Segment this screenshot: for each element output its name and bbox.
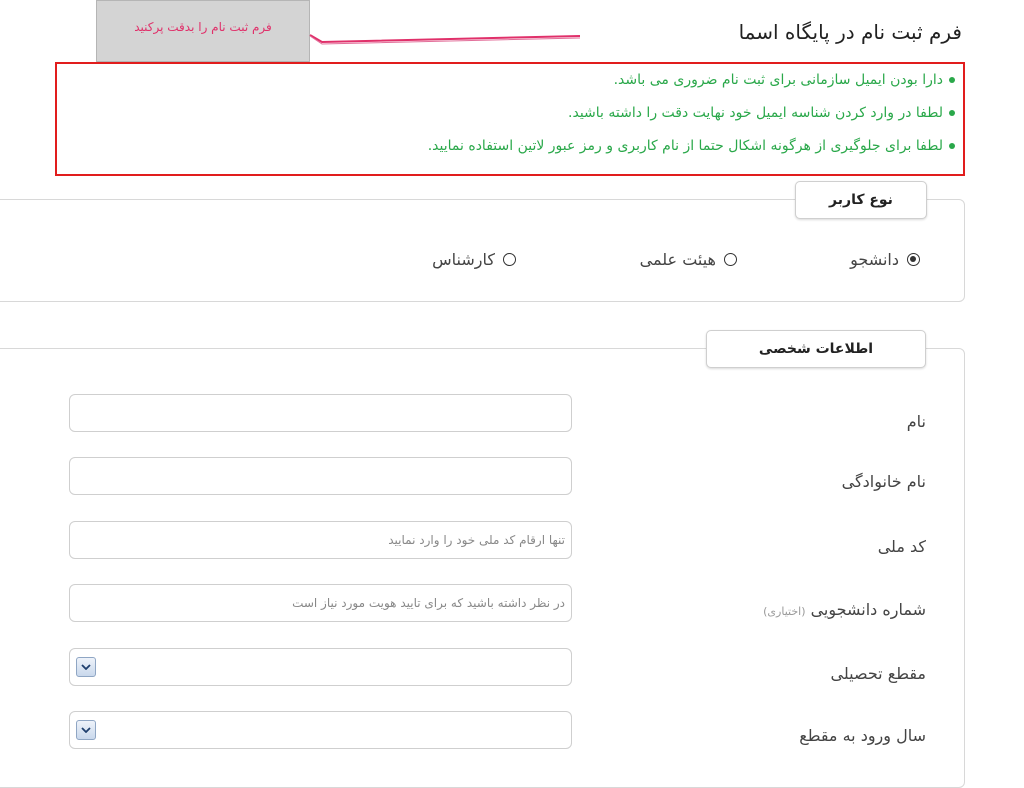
- bullet-dot-icon: [949, 77, 955, 83]
- page-title: فرم ثبت نام در پایگاه اسما: [738, 20, 962, 44]
- entry-year-label: سال ورود به مقطع: [799, 726, 926, 745]
- callout-text: فرم ثبت نام را بدقت پرکنید: [134, 20, 272, 34]
- chevron-down-icon[interactable]: [76, 720, 96, 740]
- notice-item: لطفا در وارد کردن شناسه ایمیل خود نهایت …: [568, 105, 955, 121]
- first-name-input[interactable]: [69, 394, 572, 432]
- chevron-down-icon[interactable]: [76, 657, 96, 677]
- student-number-label-text: شماره دانشجویی: [810, 600, 926, 619]
- student-number-label: شماره دانشجویی (اختیاری): [763, 600, 926, 619]
- bullet-dot-icon: [949, 110, 955, 116]
- first-name-label: نام: [906, 412, 926, 431]
- entry-year-select[interactable]: [69, 711, 572, 749]
- radio-student-label: دانشجو: [850, 250, 899, 269]
- notice-box: دارا بودن ایمیل سازمانی برای ثبت نام ضرو…: [55, 62, 965, 176]
- last-name-input[interactable]: [69, 457, 572, 495]
- radio-expert[interactable]: کارشناس: [432, 250, 516, 269]
- degree-select[interactable]: [69, 648, 572, 686]
- degree-label: مقطع تحصیلی: [830, 664, 926, 683]
- user-type-legend: نوع کاربر: [795, 181, 927, 219]
- last-name-label: نام خانوادگی: [841, 472, 926, 491]
- radio-student[interactable]: دانشجو: [850, 250, 920, 269]
- personal-info-legend: اطلاعات شخصی: [706, 330, 926, 368]
- bullet-dot-icon: [949, 143, 955, 149]
- radio-faculty-label: هیئت علمی: [639, 250, 716, 269]
- radio-faculty[interactable]: هیئت علمی: [640, 250, 737, 269]
- student-number-input[interactable]: [69, 584, 572, 622]
- optional-note: (اختیاری): [763, 605, 806, 618]
- radio-unselected-icon[interactable]: [724, 253, 737, 266]
- notice-item: لطفا برای جلوگیری از هرگونه اشکال حتما ا…: [428, 138, 955, 154]
- notice-item: دارا بودن ایمیل سازمانی برای ثبت نام ضرو…: [614, 72, 955, 88]
- national-code-label: کد ملی: [877, 537, 926, 556]
- radio-unselected-icon[interactable]: [503, 253, 516, 266]
- radio-selected-icon[interactable]: [907, 253, 920, 266]
- radio-expert-label: کارشناس: [432, 250, 495, 269]
- national-code-input[interactable]: [69, 521, 572, 559]
